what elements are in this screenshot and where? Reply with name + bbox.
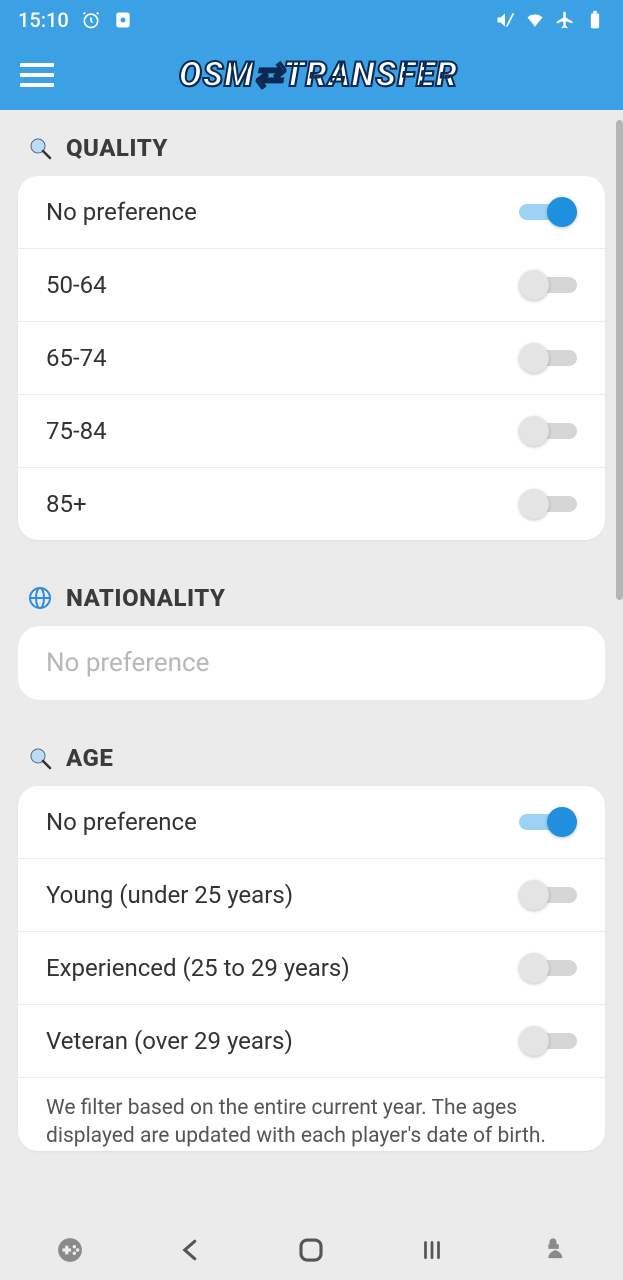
recent-apps-button[interactable] <box>412 1230 452 1270</box>
age-footnote: We filter based on the entire current ye… <box>18 1078 605 1151</box>
nationality-placeholder: No preference <box>46 648 209 678</box>
menu-button[interactable] <box>20 63 54 87</box>
nationality-section-header: NATIONALITY <box>18 540 605 626</box>
toggle-switch[interactable] <box>519 346 577 370</box>
quality-option[interactable]: No preference <box>18 176 605 249</box>
quality-option[interactable]: 75-84 <box>18 395 605 468</box>
back-button[interactable] <box>171 1230 211 1270</box>
airplane-icon <box>555 10 575 30</box>
screen-lock-button[interactable] <box>533 1230 573 1270</box>
game-tools-button[interactable] <box>50 1230 90 1270</box>
globe-icon <box>28 586 52 610</box>
app-indicator-icon <box>113 10 133 30</box>
toggle-switch[interactable] <box>519 273 577 297</box>
quality-section-header: QUALITY <box>18 110 605 176</box>
nationality-input[interactable]: No preference <box>18 626 605 700</box>
age-option[interactable]: Young (under 25 years) <box>18 859 605 932</box>
app-bar: OSM⇄TRANSFER <box>0 40 623 110</box>
alarm-icon <box>81 10 101 30</box>
age-card: No preference Young (under 25 years) Exp… <box>18 786 605 1151</box>
quality-card: No preference 50-64 65-74 75-84 85+ <box>18 176 605 540</box>
option-label: 50-64 <box>46 271 107 299</box>
nationality-header-label: NATIONALITY <box>66 584 225 612</box>
quality-option[interactable]: 85+ <box>18 468 605 540</box>
content-area: QUALITY No preference 50-64 65-74 75-84 … <box>0 110 623 1220</box>
option-label: Young (under 25 years) <box>46 881 293 909</box>
option-label: Veteran (over 29 years) <box>46 1027 293 1055</box>
battery-icon <box>585 10 605 30</box>
age-section-header: AGE <box>18 700 605 786</box>
mute-icon <box>495 10 515 30</box>
wifi-icon <box>525 10 545 30</box>
magnifier-icon <box>28 136 52 160</box>
option-label: No preference <box>46 808 197 836</box>
option-label: 85+ <box>46 490 87 518</box>
home-button[interactable] <box>291 1230 331 1270</box>
toggle-switch[interactable] <box>519 883 577 907</box>
age-header-label: AGE <box>66 744 113 772</box>
option-label: 75-84 <box>46 417 107 445</box>
toggle-switch[interactable] <box>519 956 577 980</box>
age-option[interactable]: Experienced (25 to 29 years) <box>18 932 605 1005</box>
toggle-switch[interactable] <box>519 200 577 224</box>
age-option[interactable]: No preference <box>18 786 605 859</box>
option-label: 65-74 <box>46 344 107 372</box>
toggle-switch[interactable] <box>519 492 577 516</box>
status-time: 15:10 <box>18 8 69 32</box>
system-nav-bar <box>0 1220 623 1280</box>
quality-header-label: QUALITY <box>66 134 168 162</box>
quality-option[interactable]: 65-74 <box>18 322 605 395</box>
option-label: Experienced (25 to 29 years) <box>46 954 350 982</box>
toggle-switch[interactable] <box>519 419 577 443</box>
toggle-switch[interactable] <box>519 1029 577 1053</box>
quality-option[interactable]: 50-64 <box>18 249 605 322</box>
toggle-switch[interactable] <box>519 810 577 834</box>
status-bar: 15:10 <box>0 0 623 40</box>
option-label: No preference <box>46 198 197 226</box>
magnifier-icon <box>28 746 52 770</box>
app-title: OSM⇄TRANSFER <box>74 55 603 95</box>
age-option[interactable]: Veteran (over 29 years) <box>18 1005 605 1078</box>
scrollbar[interactable] <box>616 120 623 600</box>
